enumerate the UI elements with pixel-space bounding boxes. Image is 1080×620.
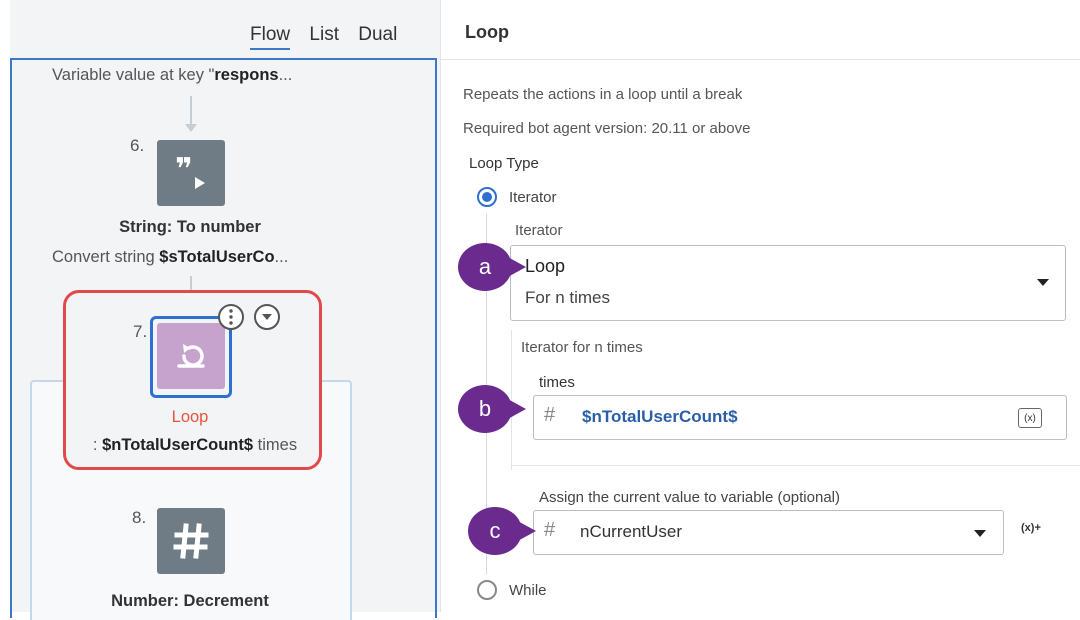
step-6-title: String: To number bbox=[119, 218, 261, 236]
chevron-down-icon bbox=[974, 530, 986, 537]
step-number: 7. bbox=[133, 322, 148, 341]
callout-b: b bbox=[458, 385, 526, 433]
times-label: times bbox=[539, 374, 575, 391]
iterator-value-title: Loop bbox=[525, 256, 566, 276]
step-6-tile[interactable]: ❞ bbox=[157, 140, 225, 206]
svg-text:❞: ❞ bbox=[175, 153, 193, 187]
required-version: Required bot agent version: 20.11 or abo… bbox=[463, 120, 751, 137]
step-number: 8. bbox=[132, 508, 147, 527]
section-divider bbox=[511, 465, 1080, 466]
view-tabs: Flow List Dual bbox=[250, 24, 411, 50]
assign-label: Assign the current value to variable (op… bbox=[539, 489, 840, 506]
panel-description: Repeats the actions in a loop until a br… bbox=[463, 86, 743, 103]
chevron-down-icon bbox=[1037, 279, 1049, 286]
tab-list[interactable]: List bbox=[309, 24, 339, 45]
number-hash-icon bbox=[173, 523, 209, 559]
radio-while[interactable] bbox=[477, 580, 497, 600]
tab-dual[interactable]: Dual bbox=[358, 24, 397, 45]
tab-flow[interactable]: Flow bbox=[250, 24, 291, 50]
iterator-value-subtitle: For n times bbox=[525, 288, 611, 307]
callout-c: c bbox=[468, 507, 536, 555]
loop-type-label: Loop Type bbox=[469, 155, 539, 172]
panel-title: Loop bbox=[465, 22, 509, 42]
iterator-for-label: Iterator for n times bbox=[521, 339, 643, 356]
step-7-description: : $nTotalUserCount$ times bbox=[92, 436, 298, 454]
variable-picker-button[interactable]: (x) bbox=[1018, 408, 1042, 428]
flow-panel: Flow List Dual Variable value at key "re… bbox=[0, 0, 440, 620]
assign-value: nCurrentUser bbox=[580, 522, 683, 541]
radio-while-label: While bbox=[509, 582, 547, 599]
connector-arrow bbox=[185, 124, 197, 132]
iterator-label: Iterator bbox=[515, 222, 563, 239]
connector-line bbox=[190, 96, 192, 124]
prev-step-description: Variable value at key "respons... bbox=[52, 66, 293, 84]
times-value: $nTotalUserCount$ bbox=[582, 407, 738, 426]
number-hash-icon: # bbox=[544, 519, 556, 541]
step-7-tile[interactable] bbox=[157, 323, 225, 389]
number-hash-icon: # bbox=[544, 404, 556, 426]
radio-iterator-label: Iterator bbox=[509, 189, 557, 206]
loop-icon bbox=[177, 344, 205, 368]
assign-variable-select[interactable]: # nCurrentUser bbox=[533, 510, 1004, 555]
step-6-description: Convert string $sTotalUserCo... bbox=[52, 248, 289, 266]
step-8-title: Number: Decrement bbox=[111, 592, 269, 610]
more-options-icon[interactable] bbox=[218, 304, 244, 330]
radio-iterator[interactable] bbox=[477, 187, 497, 207]
string-quote-icon: ❞ bbox=[175, 153, 205, 189]
step-8-tile[interactable] bbox=[157, 508, 225, 574]
times-input[interactable]: # $nTotalUserCount$ (x) bbox=[533, 395, 1067, 440]
collapse-chevron-icon[interactable] bbox=[254, 304, 280, 330]
step-number: 6. bbox=[130, 136, 145, 155]
panel-divider bbox=[441, 59, 1080, 60]
step-7-title: Loop bbox=[171, 408, 209, 426]
callout-a: a bbox=[458, 243, 526, 291]
properties-panel: Loop Repeats the actions in a loop until… bbox=[440, 0, 1080, 612]
iterator-select[interactable]: Loop For n times bbox=[510, 245, 1066, 321]
create-variable-button[interactable]: (x)+ bbox=[1021, 522, 1041, 534]
